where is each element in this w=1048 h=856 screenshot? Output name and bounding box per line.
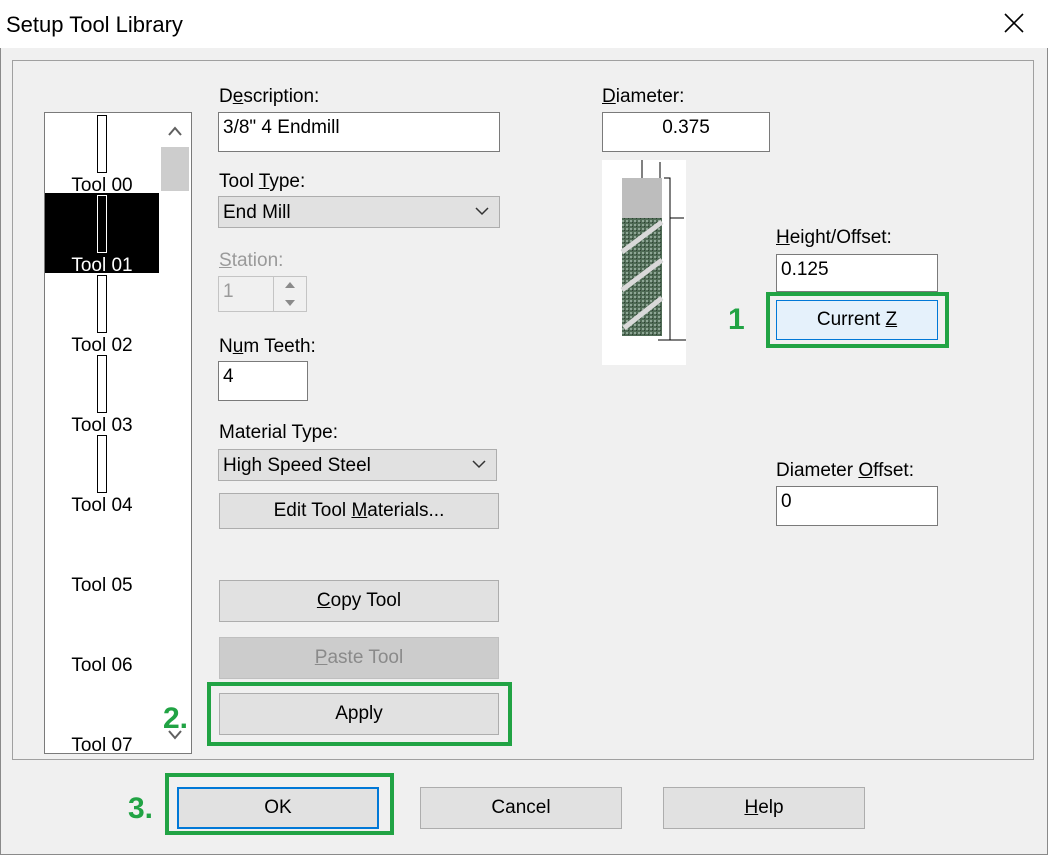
tool-type-dropdown[interactable]: End Mill (218, 196, 500, 228)
ok-button[interactable]: OK (177, 787, 379, 829)
height-offset-label: Height/Offset: (776, 227, 892, 248)
tool-list-item[interactable]: Tool 02 (45, 273, 159, 356)
tool-icon (97, 195, 107, 253)
station-spinner (273, 276, 307, 312)
tool-icon (97, 275, 107, 333)
tool-list-scrollbar[interactable] (159, 113, 191, 753)
diameter-input[interactable]: 0.375 (602, 112, 770, 152)
tool-icon (97, 115, 107, 173)
edit-tool-materials-button[interactable]: Edit Tool Materials... (219, 493, 499, 529)
tool-list-item[interactable]: Tool 04 (45, 433, 159, 516)
current-z-button[interactable]: Current Z (776, 300, 938, 340)
step-marker-1: 1 (728, 303, 745, 336)
tool-type-label: Tool Type: (219, 171, 306, 192)
window-title: Setup Tool Library (6, 12, 183, 37)
tool-list-item[interactable]: Tool 05 (45, 513, 159, 596)
step-marker-2: 2. (163, 702, 189, 735)
diameter-offset-label: Diameter Offset: (776, 460, 914, 481)
apply-button[interactable]: Apply (219, 693, 499, 735)
material-type-label: Material Type: (219, 422, 338, 443)
station-label: Station: (219, 250, 284, 271)
station-input: 1 (218, 276, 274, 312)
material-type-dropdown[interactable]: High Speed Steel (218, 449, 497, 481)
spin-down-icon (285, 300, 295, 306)
description-input[interactable]: 3/8" 4 Endmill (218, 112, 500, 152)
close-button[interactable] (995, 6, 1035, 42)
cancel-button[interactable]: Cancel (420, 787, 622, 829)
chevron-down-icon (472, 460, 486, 469)
tool-preview (602, 160, 686, 365)
tool-list-item[interactable]: Tool 03 (45, 353, 159, 436)
chevron-down-icon (475, 207, 489, 216)
tool-icon (97, 355, 107, 413)
endmill-icon (620, 160, 686, 341)
close-icon (1004, 13, 1024, 33)
paste-tool-button: Paste Tool (219, 637, 499, 679)
copy-tool-button[interactable]: Copy Tool (219, 580, 499, 622)
tool-list-item[interactable]: Tool 00 (45, 113, 159, 196)
step-marker-3: 3. (128, 792, 154, 825)
help-button[interactable]: Help (663, 787, 865, 829)
scroll-up-icon[interactable] (167, 125, 183, 137)
spin-up-icon (285, 282, 295, 288)
height-offset-input[interactable]: 0.125 (776, 254, 938, 292)
tool-list-item[interactable]: Tool 07 (45, 673, 159, 753)
description-label: Description: (219, 86, 320, 107)
tool-list-item[interactable]: Tool 06 (45, 593, 159, 676)
num-teeth-input[interactable]: 4 (218, 361, 308, 401)
diameter-offset-input[interactable]: 0 (776, 486, 938, 526)
tool-list[interactable]: Tool 00 Tool 01 Tool 02 Tool 03 Tool 04 … (44, 112, 192, 754)
tool-icon (97, 435, 107, 493)
diameter-label: Diameter: (602, 86, 685, 107)
num-teeth-label: Num Teeth: (219, 336, 316, 357)
tool-list-item-selected[interactable]: Tool 01 (45, 193, 159, 276)
scrollbar-thumb[interactable] (161, 147, 189, 191)
